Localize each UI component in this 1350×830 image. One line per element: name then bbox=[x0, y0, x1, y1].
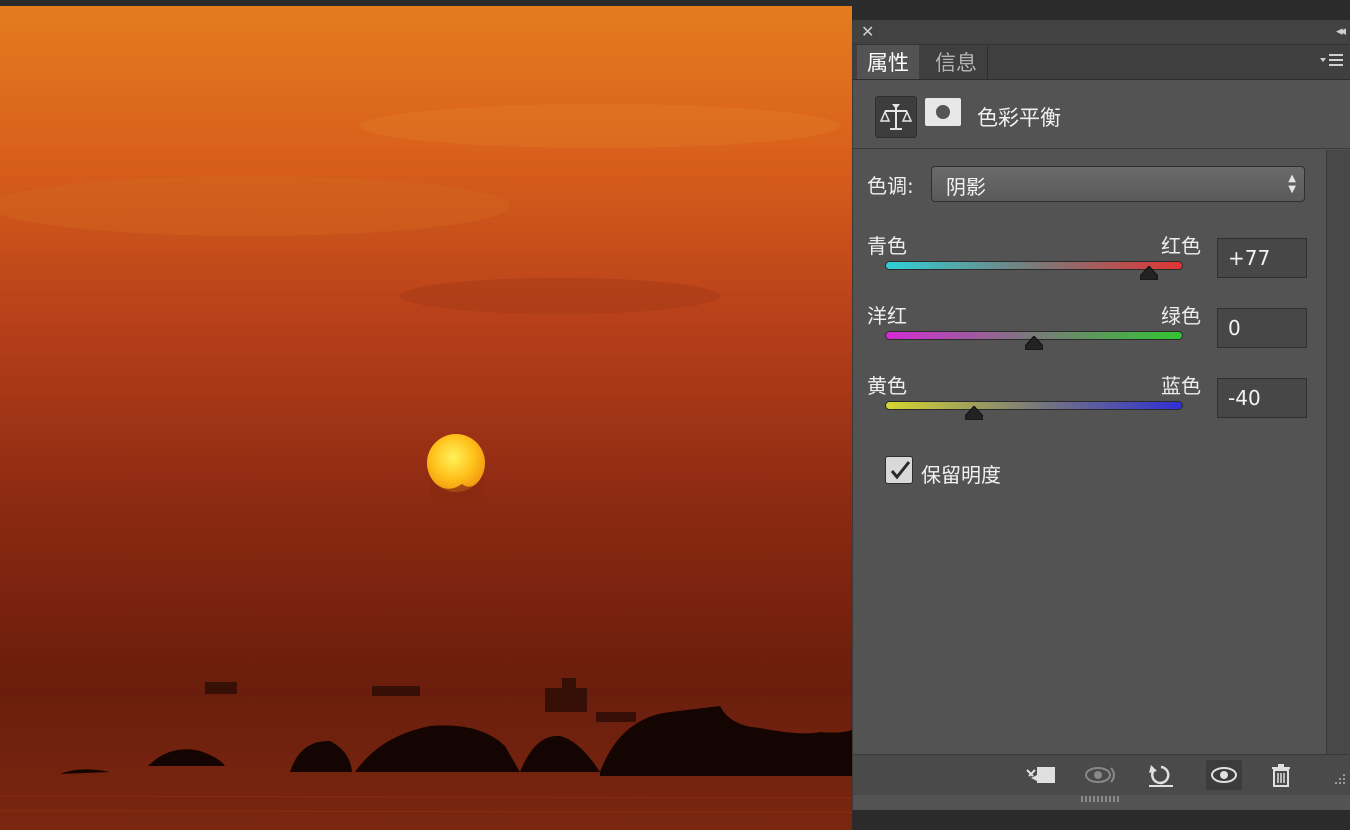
slider-right-label: 红色 bbox=[1161, 234, 1201, 258]
slider-cyan-red: 青色 红色 +77 bbox=[853, 230, 1313, 290]
color-balance-icon[interactable] bbox=[875, 96, 917, 138]
tab-properties[interactable]: 属性 bbox=[857, 45, 919, 79]
tone-select[interactable]: 阴影 ▲ ▼ bbox=[931, 166, 1305, 202]
preserve-luminosity-label: 保留明度 bbox=[921, 463, 1001, 487]
slider-thumb[interactable] bbox=[965, 406, 984, 420]
slider-left-label: 青色 bbox=[867, 234, 907, 258]
tone-label: 色调: bbox=[867, 174, 914, 198]
sunset-photo bbox=[0, 6, 852, 830]
slider-right-label: 绿色 bbox=[1161, 304, 1201, 328]
tab-info[interactable]: 信息 bbox=[925, 45, 988, 79]
select-arrows-icon: ▲ ▼ bbox=[1288, 173, 1296, 195]
adjustment-title: 色彩平衡 bbox=[977, 106, 1061, 130]
tone-select-value: 阴影 bbox=[946, 175, 986, 199]
checkmark-icon bbox=[890, 461, 911, 480]
slider-yellow-blue: 黄色 蓝色 -40 bbox=[853, 370, 1313, 430]
slider-right-label: 蓝色 bbox=[1161, 374, 1201, 398]
clip-to-layer-icon[interactable] bbox=[1023, 760, 1059, 790]
slider-value-input[interactable]: 0 bbox=[1217, 308, 1307, 348]
panel-drag-grip-icon[interactable] bbox=[1081, 795, 1121, 803]
panel-bottom-toolbar bbox=[853, 754, 1350, 795]
slider-magenta-green: 洋红 绿色 0 bbox=[853, 300, 1313, 360]
panel-scrollbar[interactable] bbox=[1326, 150, 1350, 754]
panel-menu-icon[interactable] bbox=[1319, 51, 1345, 69]
panel-tabbar: 属性 信息 bbox=[853, 45, 1350, 80]
adjustment-header: 色彩平衡 bbox=[853, 80, 1350, 149]
slider-left-label: 洋红 bbox=[867, 304, 907, 328]
visibility-eye-icon[interactable] bbox=[1206, 760, 1242, 790]
panel-titlebar: ✕ ◂◂ bbox=[853, 20, 1350, 45]
document-canvas[interactable] bbox=[0, 6, 852, 830]
slider-track[interactable] bbox=[885, 261, 1183, 270]
close-icon[interactable]: ✕ bbox=[861, 22, 874, 42]
properties-panel: ✕ ◂◂ 属性 信息 色彩平衡 色调: 阴影 ▲ ▼ 青色 红色 +77 洋红 … bbox=[852, 20, 1350, 810]
reset-icon[interactable] bbox=[1143, 760, 1179, 790]
slider-value-input[interactable]: -40 bbox=[1217, 378, 1307, 418]
resize-grip-icon[interactable] bbox=[1331, 772, 1347, 788]
slider-track[interactable] bbox=[885, 401, 1183, 410]
trash-icon[interactable] bbox=[1263, 760, 1299, 790]
layer-mask-icon[interactable] bbox=[925, 98, 961, 126]
preserve-luminosity-checkbox[interactable] bbox=[885, 456, 913, 484]
view-previous-state-icon[interactable] bbox=[1083, 760, 1119, 790]
slider-left-label: 黄色 bbox=[867, 374, 907, 398]
slider-value-input[interactable]: +77 bbox=[1217, 238, 1307, 278]
slider-thumb[interactable] bbox=[1139, 266, 1158, 280]
collapse-icon[interactable]: ◂◂ bbox=[1336, 22, 1346, 42]
slider-thumb[interactable] bbox=[1025, 336, 1043, 350]
